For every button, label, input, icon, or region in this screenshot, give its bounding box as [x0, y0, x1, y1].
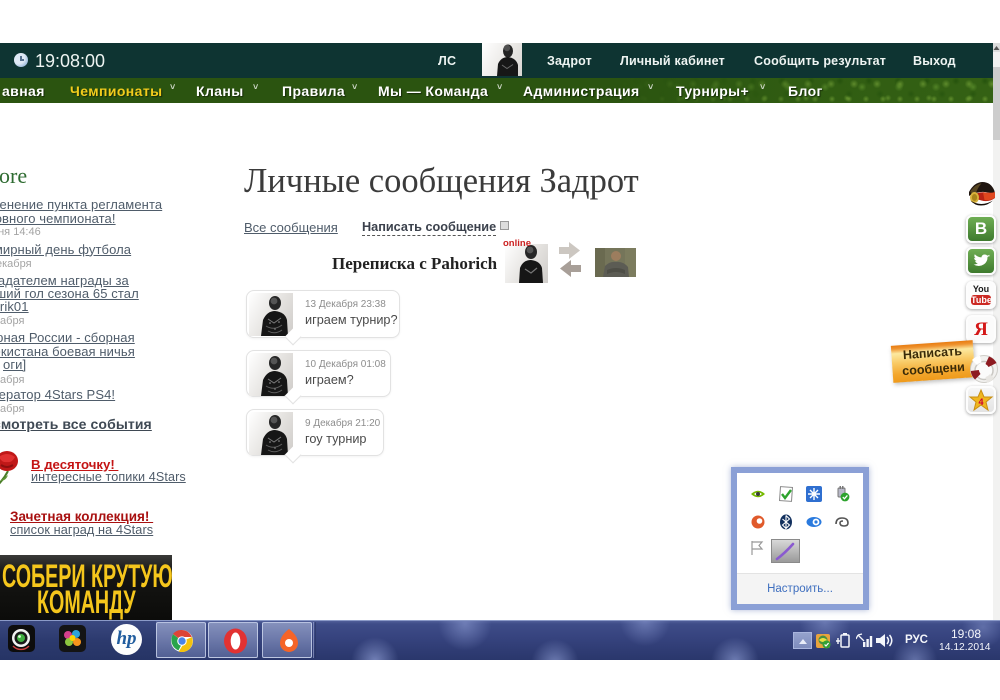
svg-text:4: 4 [978, 397, 983, 407]
